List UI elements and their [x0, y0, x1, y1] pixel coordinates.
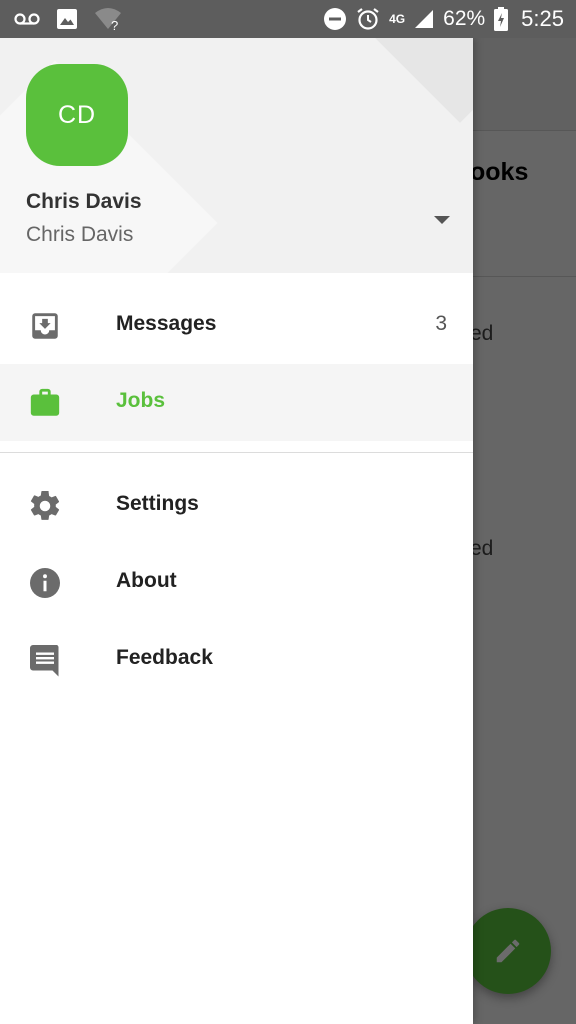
briefcase-icon	[26, 384, 64, 422]
nav-item-label: Messages	[116, 312, 217, 335]
inbox-icon	[26, 307, 64, 345]
nav-item-messages[interactable]: Messages 3	[0, 287, 473, 364]
network-type-label: 4G	[389, 11, 406, 26]
wifi-unknown-icon: ?	[95, 8, 121, 31]
image-icon	[57, 9, 77, 29]
status-bar: ? 4G 62% 5:25	[0, 0, 576, 38]
clock-time: 5:25	[521, 6, 564, 31]
nav-item-about[interactable]: About	[0, 544, 473, 621]
battery-percent: 62%	[443, 7, 486, 30]
battery-charging-icon	[494, 7, 509, 31]
signal-icon	[415, 10, 434, 28]
svg-text:?: ?	[111, 18, 118, 31]
account-subtitle: Chris Davis	[26, 223, 134, 246]
nav-divider	[0, 452, 473, 453]
voicemail-icon	[14, 13, 40, 25]
arrow-drop-down-icon[interactable]	[430, 208, 454, 232]
nav-item-label: About	[116, 569, 177, 592]
unread-count-badge: 3	[435, 312, 447, 335]
nav-item-settings[interactable]: Settings	[0, 467, 473, 544]
nav-item-label: Feedback	[116, 646, 213, 669]
drawer-header: CD Chris Davis Chris Davis	[0, 38, 473, 273]
alarm-icon	[357, 8, 379, 30]
avatar[interactable]: CD	[26, 64, 128, 166]
feedback-icon	[26, 641, 64, 679]
gear-icon	[26, 487, 64, 525]
info-icon	[26, 564, 64, 602]
nav-item-jobs[interactable]: Jobs	[0, 364, 473, 441]
account-name: Chris Davis	[26, 190, 142, 213]
header-decoration	[375, 38, 473, 123]
navigation-drawer: CD Chris Davis Chris Davis Messages 3 Jo…	[0, 38, 473, 1024]
do-not-disturb-icon	[324, 8, 347, 30]
nav-item-feedback[interactable]: Feedback	[0, 621, 473, 698]
nav-item-label: Jobs	[116, 389, 166, 412]
nav-item-label: Settings	[116, 492, 199, 515]
